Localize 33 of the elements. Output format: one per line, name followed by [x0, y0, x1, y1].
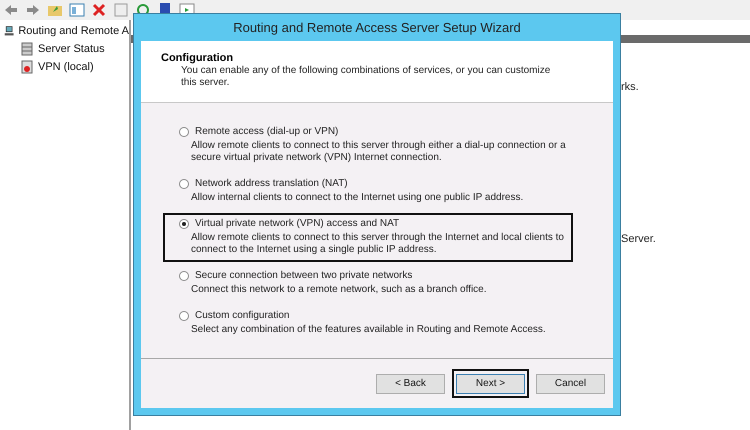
dialog-title: Routing and Remote Access Server Setup Wizard [232, 19, 522, 37]
radio-button[interactable] [179, 310, 189, 320]
option-description: Select any combination of the features available in Routing and Remote Access. [190, 324, 547, 336]
forward-icon[interactable] [25, 2, 41, 18]
server-stopped-icon [20, 60, 34, 74]
delete-icon[interactable] [91, 2, 107, 18]
database-icon [20, 42, 34, 56]
wizard-button[interactable]: < Back [376, 374, 445, 394]
wizard-button[interactable]: Cancel [536, 374, 605, 394]
page-description: You can enable any of the following combinations of services, or you can customize this server. [180, 65, 551, 89]
option-description: Allow remote clients to connect to this server through the Internet and local clients to connect to the Internet using a single public IP address. [190, 232, 565, 256]
tree-item[interactable]: Server Status [38, 43, 105, 55]
option-description: Allow internal clients to connect to the Internet using one public IP address. [190, 192, 524, 204]
pane-text: rks. [621, 81, 640, 93]
server-icon [4, 24, 14, 38]
wizard-button[interactable]: Next > [456, 374, 525, 394]
radio-button[interactable] [179, 126, 189, 136]
option-label[interactable]: Custom configuration [195, 310, 290, 321]
option-label[interactable]: Network address translation (NAT) [195, 178, 348, 189]
back-icon[interactable] [3, 2, 19, 18]
radio-button[interactable] [179, 178, 189, 188]
tree-item[interactable]: VPN (local) [38, 61, 94, 73]
console-tree-icon[interactable] [69, 2, 85, 18]
pane-text: Server. [621, 233, 657, 245]
option-label[interactable]: Virtual private network (VPN) access and NAT [195, 218, 400, 229]
tree-item[interactable]: Routing and Remote A [18, 25, 129, 37]
option-label[interactable]: Remote access (dial-up or VPN) [195, 126, 338, 137]
option-description: Allow remote clients to connect to this server through either a dial-up connection or a secure virtual private network (VPN) Internet connection. [190, 140, 567, 164]
page-heading: Configuration [161, 52, 234, 64]
radio-button[interactable] [179, 270, 189, 280]
radio-button[interactable] [179, 218, 189, 228]
option-label[interactable]: Secure connection between two private networks [195, 270, 412, 281]
option-description: Connect this network to a remote network, such as a branch office. [190, 284, 488, 296]
